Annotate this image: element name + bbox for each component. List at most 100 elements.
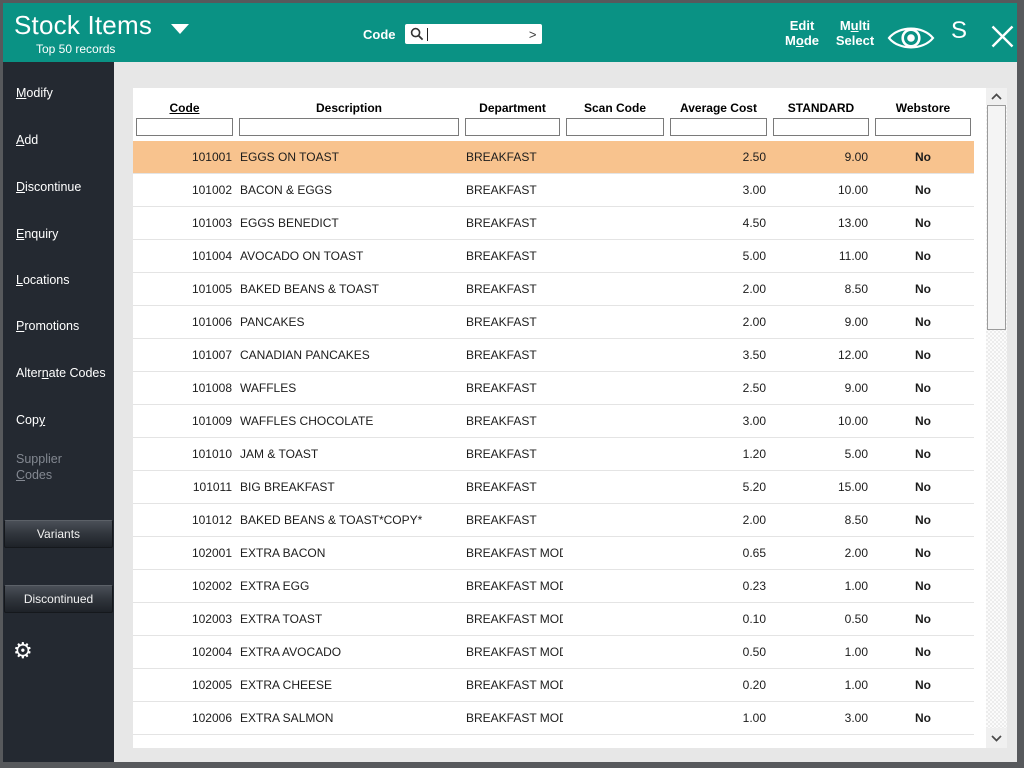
table-row[interactable]: 101009 WAFFLES CHOCOLATE BREAKFAST 3.00 10.0… — [133, 405, 974, 438]
table-row[interactable]: 101002 BACON & EGGS BREAKFAST 3.00 10.00 No — [133, 174, 974, 207]
cell-webstore: No — [915, 150, 931, 164]
edit-mode-button[interactable]: Edit Mode — [771, 18, 833, 48]
cell-code: 101011 — [192, 480, 232, 494]
search-box[interactable]: > — [404, 24, 542, 44]
cell-department: BREAKFAST — [466, 447, 537, 461]
sidebar-item-enquiry[interactable]: Enquiry — [16, 226, 58, 242]
sidebar-item-copy[interactable]: Copy — [16, 412, 45, 428]
scrollbar-thumb[interactable] — [987, 105, 1006, 330]
filter-department-input[interactable] — [465, 118, 560, 136]
sidebar-item-alternate-codes[interactable]: Alternate Codes — [16, 365, 106, 381]
table-row[interactable]: 102006 EXTRA SALMON BREAKFAST MODS 1.00 3.00… — [133, 702, 974, 735]
cell-standard: 8.50 — [844, 282, 868, 296]
cell-description: WAFFLES CHOCOLATE — [240, 414, 374, 428]
table-row[interactable]: 101010 JAM & TOAST BREAKFAST 1.20 5.00 No — [133, 438, 974, 471]
main-content: Code Description Department Scan Code Averag… — [114, 62, 1017, 762]
column-header-scan-code[interactable]: Scan Code — [563, 88, 667, 118]
column-header-webstore[interactable]: Webstore — [872, 88, 974, 118]
discontinued-button[interactable]: Discontinued — [4, 585, 113, 613]
column-header-department[interactable]: Department — [462, 88, 563, 118]
cell-department: BREAKFAST MODS — [466, 546, 563, 560]
column-header-code[interactable]: Code — [133, 88, 236, 118]
stock-items-table: Code Description Department Scan Code Averag… — [133, 88, 1007, 748]
cell-code: 101004 — [191, 249, 232, 263]
table-row[interactable]: 101012 BAKED BEANS & TOAST*COPY* BREAKFAST… — [133, 504, 974, 537]
app-window: Stock Items Top 50 records Code > Edit M… — [3, 3, 1017, 762]
title-dropdown-icon[interactable] — [171, 23, 190, 34]
cell-description: EXTRA EGG — [240, 579, 310, 593]
cell-description: AVOCADO ON TOAST — [240, 249, 364, 263]
table-row[interactable]: 101005 BAKED BEANS & TOAST BREAKFAST 2.00 8.… — [133, 273, 974, 306]
cell-department: BREAKFAST MODS — [466, 711, 563, 725]
cell-department: BREAKFAST — [466, 282, 537, 296]
table-row[interactable]: 102004 EXTRA AVOCADO BREAKFAST MODS 0.50 1.0… — [133, 636, 974, 669]
cell-description: EXTRA BACON — [240, 546, 326, 560]
variants-button[interactable]: Variants — [4, 520, 113, 548]
search-go-button[interactable]: > — [527, 27, 537, 42]
cell-description: JAM & TOAST — [240, 447, 319, 461]
table-row[interactable]: 101006 PANCAKES BREAKFAST 2.00 9.00 No — [133, 306, 974, 339]
cell-scan-code — [563, 603, 667, 635]
cell-code: 101006 — [191, 315, 232, 329]
cell-scan-code — [563, 438, 667, 470]
table-row[interactable]: 101001 EGGS ON TOAST BREAKFAST 2.50 9.00 No — [133, 141, 974, 174]
filter-standard-input[interactable] — [773, 118, 869, 136]
table-row[interactable]: 101007 CANADIAN PANCAKES BREAKFAST 3.50 12.0… — [133, 339, 974, 372]
table-row[interactable]: 101003 EGGS BENEDICT BREAKFAST 4.50 13.00 No — [133, 207, 974, 240]
cell-standard: 10.00 — [837, 183, 868, 197]
cell-average-cost: 2.00 — [742, 513, 766, 527]
close-button[interactable] — [990, 24, 1015, 54]
filter-average-cost-input[interactable] — [670, 118, 767, 136]
column-header-standard[interactable]: STANDARD — [770, 88, 872, 118]
cell-webstore: No — [915, 678, 931, 692]
cell-department: BREAKFAST MODS — [466, 612, 563, 626]
table-row[interactable]: 102005 EXTRA CHEESE BREAKFAST MODS 0.20 1.00… — [133, 669, 974, 702]
cell-webstore: No — [915, 513, 931, 527]
sidebar-item-modify[interactable]: Modify — [16, 85, 53, 101]
filter-code-input[interactable] — [136, 118, 233, 136]
table-row[interactable]: 102002 EXTRA EGG BREAKFAST MODS 0.23 1.00 No — [133, 570, 974, 603]
scroll-up-button[interactable] — [986, 88, 1007, 105]
cell-description: EGGS BENEDICT — [240, 216, 339, 230]
cell-code: 102004 — [191, 645, 232, 659]
cell-webstore: No — [915, 645, 931, 659]
s-button[interactable]: S — [951, 17, 967, 45]
cell-standard: 0.50 — [844, 612, 868, 626]
cell-code: 102003 — [191, 612, 232, 626]
table-row[interactable]: 101008 WAFFLES BREAKFAST 2.50 9.00 No — [133, 372, 974, 405]
search-icon — [410, 27, 423, 41]
filter-scan-code-input[interactable] — [566, 118, 664, 136]
filter-cell — [133, 118, 236, 138]
filter-cell — [770, 118, 872, 138]
settings-gear-button[interactable]: ⚙ — [13, 640, 33, 662]
cell-scan-code — [563, 570, 667, 602]
table-row[interactable]: 101011 BIG BREAKFAST BREAKFAST 5.20 15.00 No — [133, 471, 974, 504]
cell-standard: 9.00 — [844, 315, 868, 329]
search-input[interactable] — [427, 27, 527, 41]
visibility-eye-button[interactable] — [887, 23, 935, 58]
cell-webstore: No — [915, 447, 931, 461]
filter-webstore-input[interactable] — [875, 118, 971, 136]
cell-department: BREAKFAST — [466, 513, 537, 527]
cell-scan-code — [563, 339, 667, 371]
cell-department: BREAKFAST — [466, 315, 537, 329]
cell-average-cost: 5.00 — [742, 249, 766, 263]
filter-description-input[interactable] — [239, 118, 459, 136]
chevron-down-icon — [991, 734, 1002, 742]
vertical-scrollbar[interactable] — [986, 88, 1007, 748]
sidebar-item-promotions[interactable]: Promotions — [16, 318, 79, 334]
sidebar-item-discontinue[interactable]: Discontinue — [16, 179, 81, 195]
column-header-description[interactable]: Description — [236, 88, 462, 118]
cell-webstore: No — [915, 414, 931, 428]
scroll-down-button[interactable] — [986, 728, 1007, 748]
table-row[interactable]: 102001 EXTRA BACON BREAKFAST MODS 0.65 2.00 N… — [133, 537, 974, 570]
table-row[interactable]: 102003 EXTRA TOAST BREAKFAST MODS 0.10 0.50 N… — [133, 603, 974, 636]
cell-code: 101003 — [191, 216, 232, 230]
sidebar-item-add[interactable]: Add — [16, 132, 38, 148]
multi-select-button[interactable]: Multi Select — [825, 18, 885, 48]
table-row[interactable]: 101004 AVOCADO ON TOAST BREAKFAST 5.00 11.00… — [133, 240, 974, 273]
sidebar-item-locations[interactable]: Locations — [16, 272, 70, 288]
cell-department: BREAKFAST — [466, 150, 537, 164]
column-header-average-cost[interactable]: Average Cost — [667, 88, 770, 118]
eye-icon — [887, 27, 935, 49]
